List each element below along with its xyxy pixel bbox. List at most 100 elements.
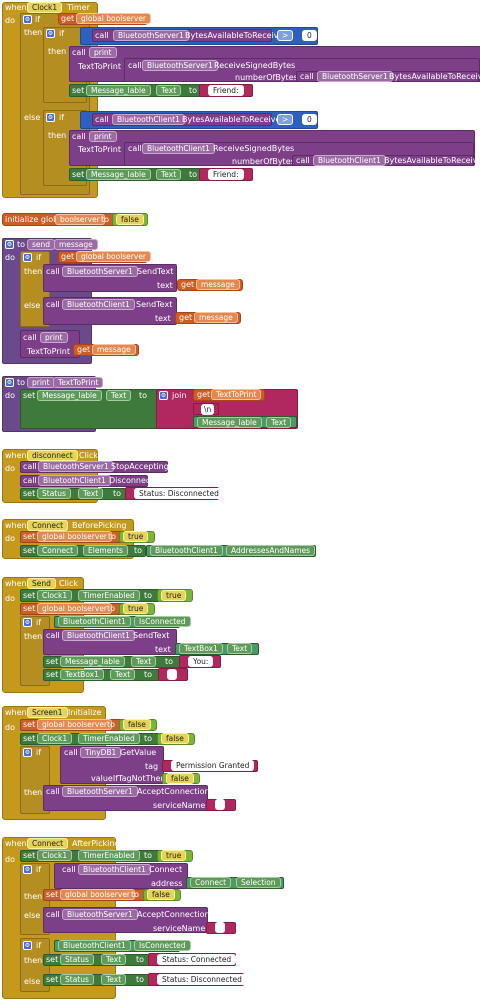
status-dropdown[interactable]: Status — [60, 954, 94, 965]
gear-icon[interactable]: ⚙ — [46, 29, 55, 38]
gear-icon[interactable]: ⚙ — [23, 865, 32, 874]
text-value[interactable]: You: — [188, 656, 214, 667]
text-value[interactable]: Friend: — [208, 169, 244, 180]
component-dropdown[interactable]: Connect — [27, 838, 69, 849]
label-dropdown[interactable]: Message_lable — [86, 85, 151, 96]
db-dropdown[interactable]: TinyDB1 — [80, 747, 122, 758]
bool-value[interactable]: true — [123, 531, 149, 542]
number-zero[interactable]: 0 — [302, 114, 317, 125]
prop-dropdown[interactable]: Selection — [236, 877, 281, 888]
prop-dropdown[interactable]: TimerEnabled — [78, 590, 140, 601]
component-dropdown[interactable]: Screen1 — [27, 707, 68, 718]
gear-icon[interactable]: ⚙ — [23, 253, 32, 262]
server-dropdown[interactable]: BluetoothServer1 — [62, 266, 138, 277]
bool-value[interactable]: true — [161, 590, 187, 601]
number-zero[interactable]: 0 — [302, 30, 317, 41]
client-dropdown[interactable]: BluetoothClient1 — [38, 475, 111, 486]
bool-value[interactable]: false — [147, 889, 175, 900]
prop-dropdown[interactable]: Text — [78, 488, 104, 499]
component-dropdown[interactable]: Clock1 — [27, 2, 63, 13]
client-dropdown[interactable]: BluetoothClient1 — [313, 155, 386, 166]
label-dropdown[interactable]: Message_lable — [197, 417, 262, 428]
prop-dropdown[interactable]: Text — [106, 390, 132, 401]
global-dropdown[interactable]: global boolserver — [60, 889, 136, 900]
prop-dropdown[interactable]: Elements — [83, 545, 128, 556]
gear-icon[interactable]: ⚙ — [46, 113, 55, 122]
client-dropdown[interactable]: BluetoothClient1 — [58, 940, 131, 951]
client-dropdown[interactable]: BluetoothClient1 — [78, 864, 151, 875]
client-dropdown[interactable]: BluetoothClient1 — [58, 616, 131, 627]
global-dropdown[interactable]: global boolserver — [37, 603, 113, 614]
prop-dropdown[interactable]: Text — [227, 643, 253, 654]
gear-icon[interactable]: ⚙ — [5, 240, 14, 249]
clock-dropdown[interactable]: Clock1 — [37, 850, 73, 861]
text-value[interactable]: Status: Disconnected — [134, 488, 224, 499]
prop-dropdown[interactable]: Text — [156, 85, 182, 96]
prop-dropdown[interactable]: Text — [110, 669, 136, 680]
text-value[interactable]: Status: Disconnected — [157, 974, 247, 985]
server-dropdown[interactable]: BluetoothServer1 — [113, 30, 189, 41]
component-dropdown[interactable]: Connect — [190, 877, 232, 888]
get-var-dropdown[interactable]: message — [92, 344, 136, 355]
prop-dropdown[interactable]: TimerEnabled — [78, 733, 140, 744]
status-dropdown[interactable]: Status — [37, 488, 71, 499]
clock-dropdown[interactable]: Clock1 — [37, 590, 73, 601]
prop-dropdown[interactable]: Text — [101, 974, 127, 985]
label-dropdown[interactable]: Message_lable — [37, 390, 102, 401]
bool-value[interactable]: false — [161, 733, 189, 744]
prop-dropdown[interactable]: Text — [156, 169, 182, 180]
text-value[interactable]: Permission Granted — [171, 760, 255, 771]
client-dropdown[interactable]: BluetoothClient1 — [112, 114, 185, 125]
component-dropdown[interactable]: Connect — [27, 520, 69, 531]
gear-icon[interactable]: ⚙ — [5, 378, 14, 387]
gear-icon[interactable]: ⚙ — [23, 15, 32, 24]
component-dropdown[interactable]: Connect — [37, 545, 79, 556]
bool-value[interactable]: false — [116, 214, 144, 225]
server-dropdown[interactable]: BluetoothServer1 — [62, 909, 138, 920]
gear-icon[interactable]: ⚙ — [159, 391, 168, 400]
client-dropdown[interactable]: BluetoothClient1 — [62, 630, 135, 641]
label-dropdown[interactable]: Message_lable — [60, 656, 125, 667]
server-dropdown[interactable]: BluetoothServer1 — [317, 71, 393, 82]
proc-param[interactable]: message — [54, 239, 98, 250]
client-dropdown[interactable]: BluetoothClient1 — [150, 545, 223, 556]
prop-dropdown[interactable]: Text — [131, 656, 157, 667]
bool-value[interactable]: false — [166, 773, 194, 784]
proc-dropdown[interactable]: print — [89, 47, 117, 58]
text-value-empty[interactable] — [215, 799, 225, 810]
prop-dropdown[interactable]: IsConnected — [134, 940, 191, 951]
server-dropdown[interactable]: BluetoothServer1 — [38, 461, 114, 472]
prop-dropdown[interactable]: AddressesAndNames — [226, 545, 316, 556]
proc-name[interactable]: send — [27, 239, 56, 250]
textbox-dropdown[interactable]: TextBox1 — [179, 643, 223, 654]
bool-value[interactable]: true — [123, 603, 149, 614]
get-var-dropdown[interactable]: global boolserver — [76, 251, 152, 262]
text-value[interactable]: Friend: — [208, 85, 244, 96]
get-var-dropdown[interactable]: TextToPrint — [211, 389, 262, 400]
operator-dropdown[interactable]: > — [277, 30, 294, 41]
client-dropdown[interactable]: BluetoothClient1 — [62, 299, 135, 310]
bool-value[interactable]: false — [123, 719, 151, 730]
component-dropdown[interactable]: Send — [27, 578, 56, 589]
server-dropdown[interactable]: BluetoothServer1 — [142, 60, 218, 71]
gear-icon[interactable]: ⚙ — [23, 941, 32, 950]
get-var-dropdown[interactable]: message — [196, 279, 240, 290]
proc-dropdown[interactable]: print — [40, 332, 68, 343]
prop-dropdown[interactable]: Text — [266, 417, 292, 428]
bool-value[interactable]: true — [161, 850, 187, 861]
global-dropdown[interactable]: global boolserver — [37, 531, 113, 542]
text-value-empty[interactable] — [215, 922, 225, 933]
operator-dropdown[interactable]: > — [277, 114, 294, 125]
label-dropdown[interactable]: Message_lable — [86, 169, 151, 180]
gear-icon[interactable]: ⚙ — [23, 618, 32, 627]
global-dropdown[interactable]: global boolserver — [37, 719, 113, 730]
text-value[interactable]: Status: Connected — [157, 954, 237, 965]
prop-dropdown[interactable]: IsConnected — [134, 616, 191, 627]
component-dropdown[interactable]: disconnect — [27, 450, 78, 461]
clock-dropdown[interactable]: Clock1 — [37, 733, 73, 744]
textbox-dropdown[interactable]: TextBox1 — [60, 669, 104, 680]
global-name[interactable]: boolserver — [55, 214, 105, 225]
prop-dropdown[interactable]: TimerEnabled — [78, 850, 140, 861]
proc-dropdown[interactable]: print — [89, 131, 117, 142]
client-dropdown[interactable]: BluetoothClient1 — [142, 143, 215, 154]
